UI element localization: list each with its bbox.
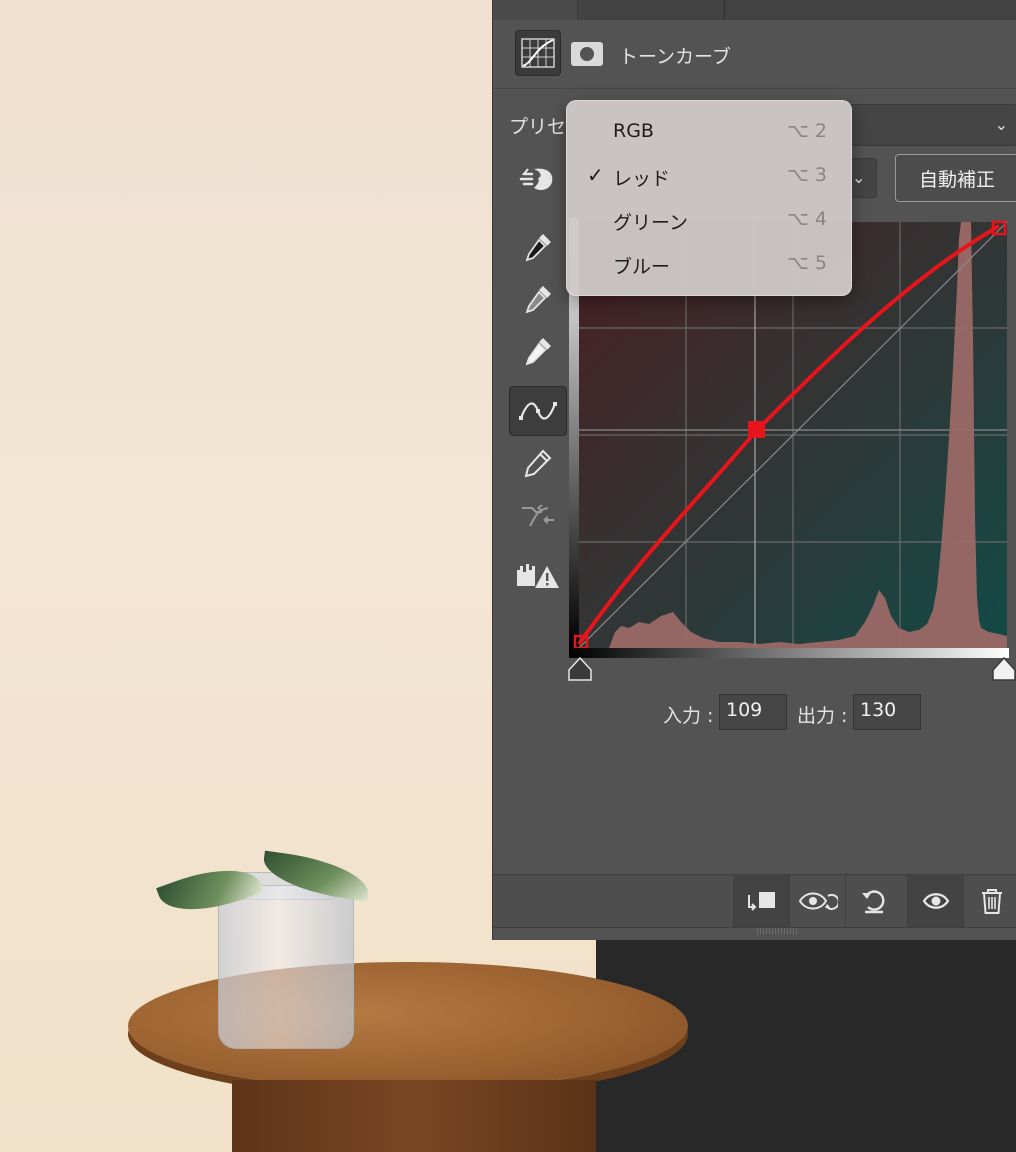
- menu-item-label: レッド: [613, 168, 671, 190]
- preset-select[interactable]: ⌄: [843, 104, 1016, 146]
- panel-title: トーンカーブ: [619, 46, 731, 68]
- menu-item-rgb[interactable]: RGB ⌥ 2: [567, 111, 851, 153]
- menu-item-green[interactable]: グリーン ⌥ 4: [567, 199, 851, 241]
- panel-header: トーンカーブ: [493, 20, 1016, 89]
- edit-points-tool[interactable]: [509, 386, 567, 436]
- on-image-adjust-tool[interactable]: [509, 154, 567, 204]
- menu-item-label: ブルー: [613, 256, 671, 278]
- input-label: 入力 :: [663, 705, 714, 727]
- chevron-down-icon: ⌄: [852, 168, 866, 187]
- menu-item-shortcut: ⌥ 5: [786, 252, 827, 274]
- histogram-warning-icon: [517, 564, 559, 588]
- menu-item-red[interactable]: ✓ レッド ⌥ 3: [567, 155, 851, 197]
- hand-target-icon: [519, 168, 553, 190]
- reset-icon: [861, 890, 884, 914]
- white-point-eyedropper[interactable]: [509, 326, 567, 376]
- smooth-icon: [522, 504, 554, 527]
- white-point-slider[interactable]: [991, 656, 1016, 682]
- smooth-curve-tool[interactable]: [509, 490, 567, 540]
- clip-to-layer-button[interactable]: [733, 875, 789, 927]
- menu-item-blue[interactable]: ブルー ⌥ 5: [567, 243, 851, 285]
- panel-tab-active[interactable]: [723, 0, 726, 20]
- gray-point-eyedropper[interactable]: [509, 274, 567, 324]
- input-value-field[interactable]: 109: [719, 694, 787, 730]
- curve-points-icon: [519, 402, 557, 420]
- auto-button[interactable]: 自動補正: [895, 154, 1016, 202]
- eye-icon: [922, 893, 949, 909]
- output-value-field[interactable]: 130: [853, 694, 921, 730]
- glass-jar: [218, 885, 354, 1049]
- reset-adjustment-button[interactable]: [845, 875, 901, 927]
- eyedropper-black-icon: [525, 234, 551, 262]
- black-point-eyedropper[interactable]: [509, 222, 567, 272]
- clipping-warning-tool[interactable]: [509, 550, 567, 600]
- menu-item-shortcut: ⌥ 3: [786, 164, 827, 186]
- panel-tab[interactable]: [493, 0, 578, 20]
- black-point-slider[interactable]: [567, 656, 593, 682]
- menu-item-label: RGB: [613, 120, 654, 142]
- panel-resize-grip[interactable]: [757, 928, 797, 934]
- clip-to-layer-icon: [747, 892, 775, 911]
- menu-item-shortcut: ⌥ 2: [786, 120, 827, 142]
- eyedropper-gray-icon: [525, 286, 551, 314]
- curve-control-point[interactable]: [748, 421, 765, 438]
- output-label: 出力 :: [797, 705, 848, 727]
- pencil-icon: [524, 449, 552, 478]
- pencil-draw-tool[interactable]: [509, 438, 567, 488]
- table-top: [128, 962, 688, 1090]
- checkmark-icon: ✓: [587, 163, 604, 187]
- chevron-down-icon: ⌄: [994, 115, 1008, 134]
- curves-adjustment-icon[interactable]: [515, 30, 561, 76]
- menu-item-label: グリーン: [613, 212, 689, 234]
- layer-mask-icon[interactable]: [571, 42, 603, 66]
- eyedropper-white-icon: [525, 338, 551, 366]
- toggle-visibility-button[interactable]: [907, 875, 963, 927]
- trash-icon: [981, 889, 1002, 914]
- panel-tab-bar: [493, 0, 1016, 20]
- delete-layer-button[interactable]: [963, 875, 1016, 927]
- menu-item-shortcut: ⌥ 4: [786, 208, 827, 230]
- input-gradient-bar: [569, 648, 1009, 658]
- table-leg: [232, 1080, 596, 1152]
- channel-dropdown-menu: RGB ⌥ 2 ✓ レッド ⌥ 3 グリーン ⌥ 4 ブルー ⌥ 5: [566, 100, 852, 296]
- preset-label: プリセ: [509, 116, 567, 138]
- view-previous-state-button[interactable]: [789, 875, 845, 927]
- panel-bottom-bar: [493, 874, 1016, 928]
- eye-refresh-icon: [798, 892, 838, 910]
